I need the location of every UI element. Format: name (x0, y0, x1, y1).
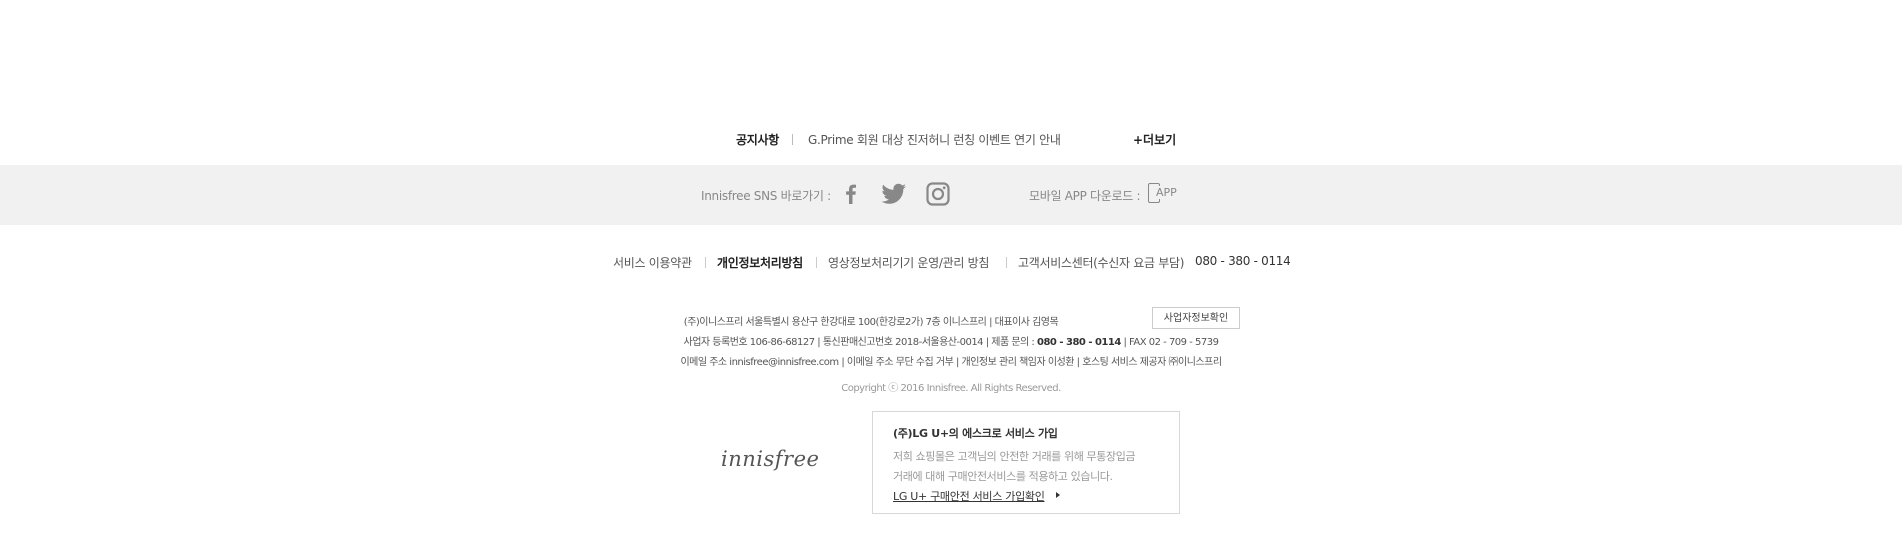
app-download-icon[interactable]: APP (1148, 183, 1180, 207)
terms-link[interactable]: 서비스 이용약관 (613, 254, 692, 271)
company-info-line2: 사업자 등록번호 106-86-68127 | 통신판매신고번호 2018-서울… (0, 333, 1902, 348)
instagram-icon[interactable] (925, 181, 951, 207)
link-divider (816, 257, 817, 268)
innisfree-logo: innisfree (721, 447, 820, 471)
link-divider (705, 257, 706, 268)
notice-divider (792, 134, 793, 145)
service-center-phone: 080 - 380 - 0114 (1195, 254, 1291, 268)
arrow-right-icon (1056, 492, 1060, 498)
company-registration: 사업자 등록번호 106-86-68127 | 통신판매신고번호 2018-서울… (683, 337, 1035, 348)
facebook-icon[interactable] (838, 181, 864, 207)
copyright: Copyright ⓒ 2016 Innisfree. All Rights R… (841, 383, 1061, 394)
sns-bar: Innisfree SNS 바로가기 : 모바일 APP 다운로드 : APP (0, 165, 1902, 225)
company-fax: | FAX 02 - 709 - 5739 (1123, 337, 1219, 348)
escrow-title: (주)LG U+의 에스크로 서비스 가입 (893, 427, 1058, 440)
company-inquiry-phone: 080 - 380 - 0114 (1037, 337, 1121, 348)
service-center-label: 고객서비스센터(수신자 요금 부담) (1018, 256, 1185, 270)
footer-links: 서비스 이용약관 개인정보처리방침 영상정보처리기기 운영/관리 방침 고객서비… (0, 254, 1902, 274)
footer-page: 공지사항 G.Prime 회원 대상 진저허니 런칭 이벤트 연기 안내 +더보… (0, 0, 1902, 548)
escrow-description-2: 거래에 대해 구매안전서비스를 적용하고 있습니다. (893, 470, 1113, 483)
escrow-description-1: 저희 쇼핑몰은 고객님의 안전한 거래를 위해 무통장입금 (893, 450, 1136, 463)
business-info-button[interactable]: 사업자정보확인 (1152, 307, 1240, 329)
company-info-line3: 이메일 주소 innisfree@innisfree.com | 이메일 주소 … (680, 357, 1222, 368)
company-address: (주)이니스프리 서울특별시 용산구 한강대로 100(한강로2가) 7층 이니… (683, 317, 1059, 328)
cctv-policy-link[interactable]: 영상정보처리기기 운영/관리 방침 (828, 254, 989, 271)
company-info-line1: (주)이니스프리 서울특별시 용산구 한강대로 100(한강로2가) 7층 이니… (0, 313, 1902, 328)
twitter-icon[interactable] (880, 181, 906, 207)
escrow-confirm-link[interactable]: LG U+ 구매안전 서비스 가입확인 (893, 488, 1045, 504)
escrow-box: (주)LG U+의 에스크로 서비스 가입 저희 쇼핑몰은 고객님의 안전한 거… (872, 411, 1180, 514)
sns-label: Innisfree SNS 바로가기 : (701, 189, 831, 203)
notice-title: 공지사항 (736, 133, 779, 147)
notice-bar: 공지사항 G.Prime 회원 대상 진저허니 런칭 이벤트 연기 안내 +더보… (0, 128, 1902, 152)
app-download-label: 모바일 APP 다운로드 : (1029, 189, 1141, 203)
privacy-policy-link[interactable]: 개인정보처리방침 (717, 254, 803, 271)
link-divider (1006, 257, 1007, 268)
notice-link[interactable]: G.Prime 회원 대상 진저허니 런칭 이벤트 연기 안내 (808, 131, 1061, 148)
notice-more-link[interactable]: +더보기 (1133, 131, 1176, 148)
app-icon-text: APP (1155, 186, 1178, 199)
